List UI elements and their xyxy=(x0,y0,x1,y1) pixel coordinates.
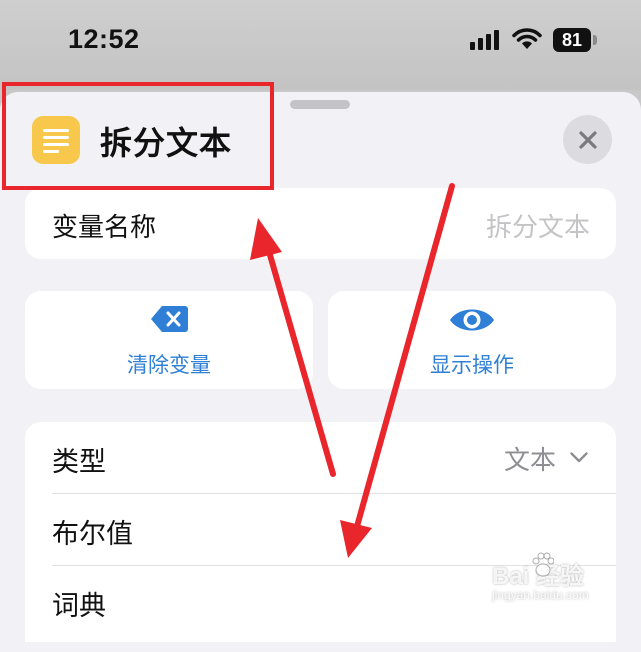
annotation-arrowhead-down xyxy=(340,520,372,558)
annotation-arrowhead-up xyxy=(250,218,282,260)
annotation-arrow-down xyxy=(353,183,455,533)
watermark-url: jingyan.baidu.com xyxy=(492,588,589,602)
annotation-arrows xyxy=(250,183,455,558)
annotation-arrow-up xyxy=(265,245,336,477)
watermark: Bai 经验 jingyan.baidu.com xyxy=(492,548,632,610)
paw-icon xyxy=(532,552,554,577)
